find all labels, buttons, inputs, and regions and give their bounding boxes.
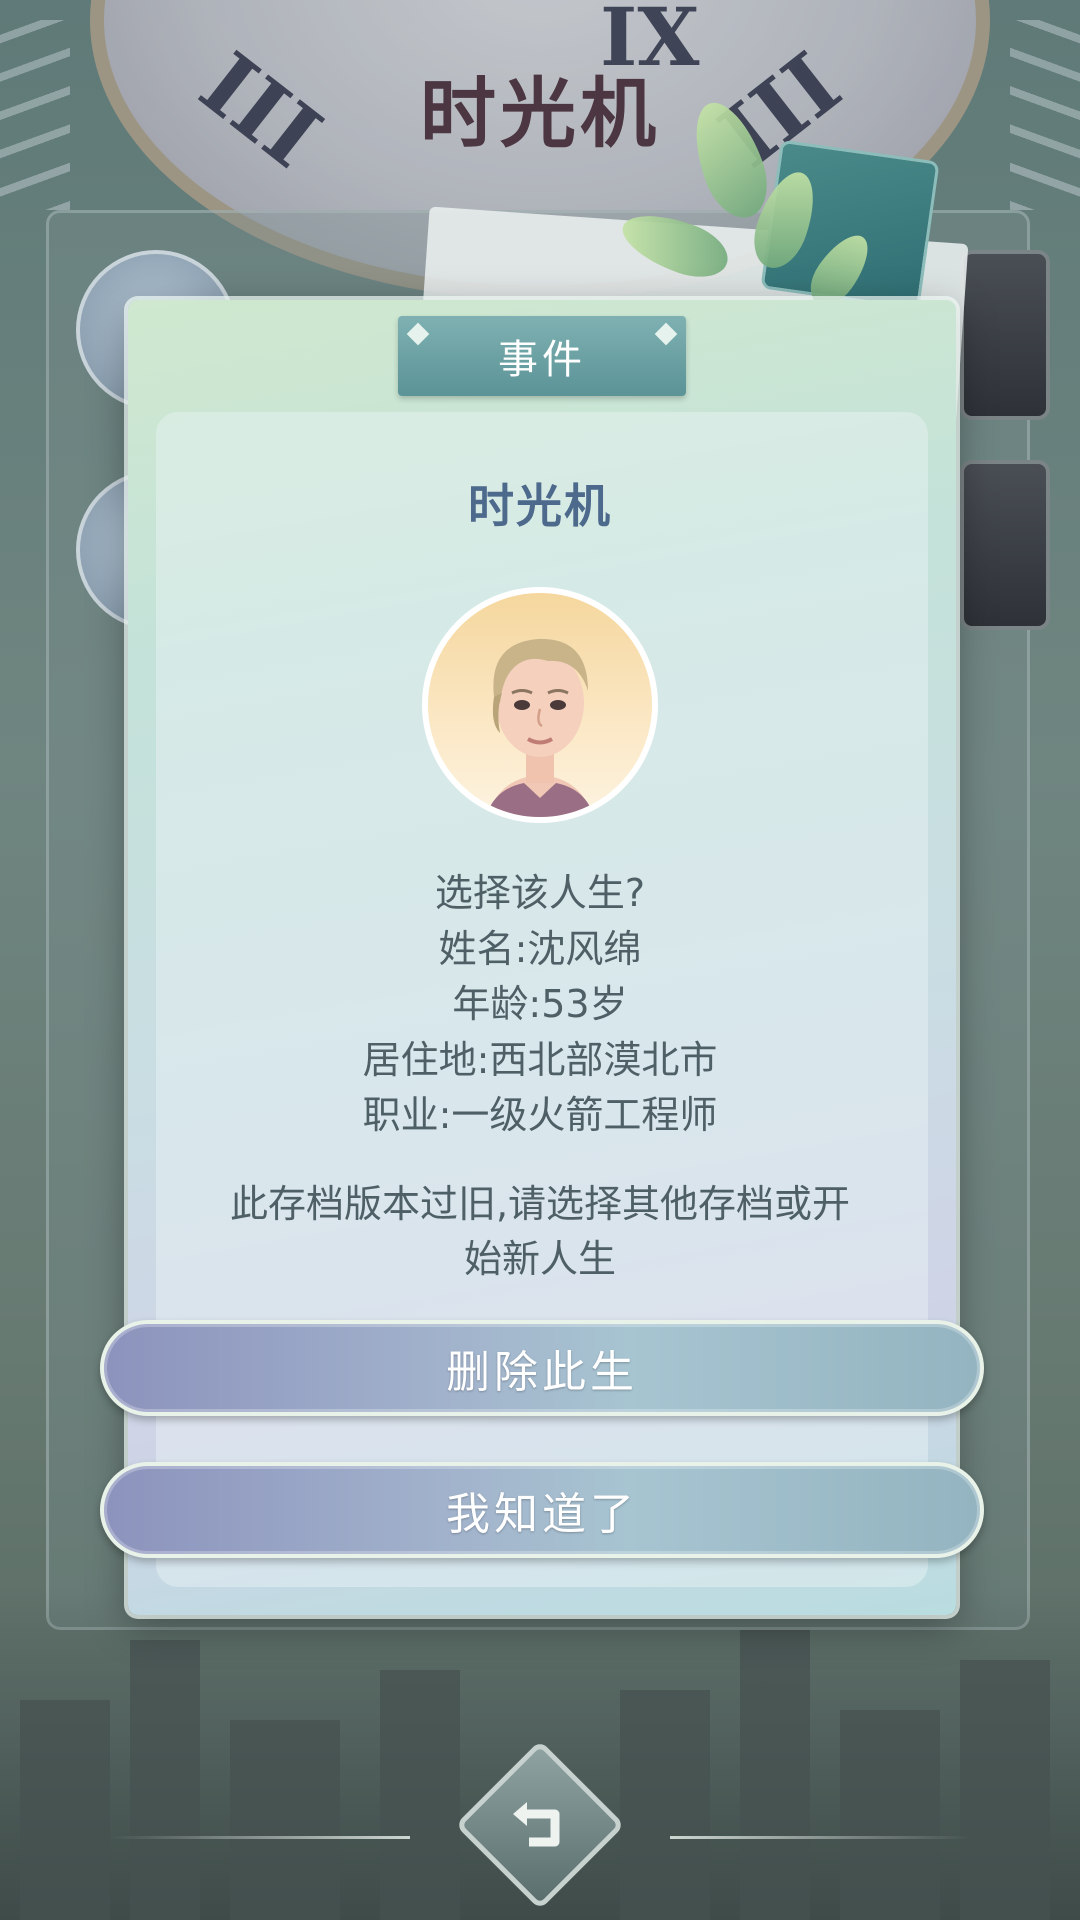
age-text: 年龄:53岁 [452, 982, 628, 1026]
character-avatar [422, 587, 658, 823]
ornament-line [110, 1836, 410, 1839]
acknowledge-label: 我知道了 [446, 1489, 638, 1540]
delete-life-button[interactable]: 删除此生 [100, 1320, 984, 1416]
building [230, 1720, 340, 1920]
background-title: 时光机 [420, 69, 660, 158]
diamond-icon [654, 322, 678, 346]
return-arrow-icon [513, 1802, 560, 1847]
dialog-title: 时光机 [468, 479, 612, 533]
delete-life-label: 删除此生 [446, 1347, 638, 1398]
building [380, 1670, 460, 1920]
dialog-header-ribbon: 事件 [398, 316, 686, 396]
acknowledge-button[interactable]: 我知道了 [100, 1462, 984, 1558]
notice-text: 此存档版本过旧,请选择其他存档或开 [229, 1182, 851, 1226]
diamond-icon [406, 322, 430, 346]
building [960, 1660, 1050, 1920]
residence-text: 居住地:西北部漠北市 [362, 1038, 718, 1082]
building [620, 1690, 710, 1920]
question-text: 选择该人生? [434, 871, 646, 915]
building [840, 1710, 940, 1920]
building [20, 1700, 110, 1920]
ornament-line [670, 1836, 970, 1839]
building [740, 1630, 810, 1920]
building [130, 1640, 200, 1920]
dialog-header-label: 事件 [498, 337, 586, 383]
occupation-text: 职业:一级火箭工程师 [362, 1093, 718, 1137]
name-text: 姓名:沈风绵 [438, 927, 642, 971]
save-card[interactable] [960, 250, 1050, 420]
notice-text: 始新人生 [463, 1237, 616, 1281]
